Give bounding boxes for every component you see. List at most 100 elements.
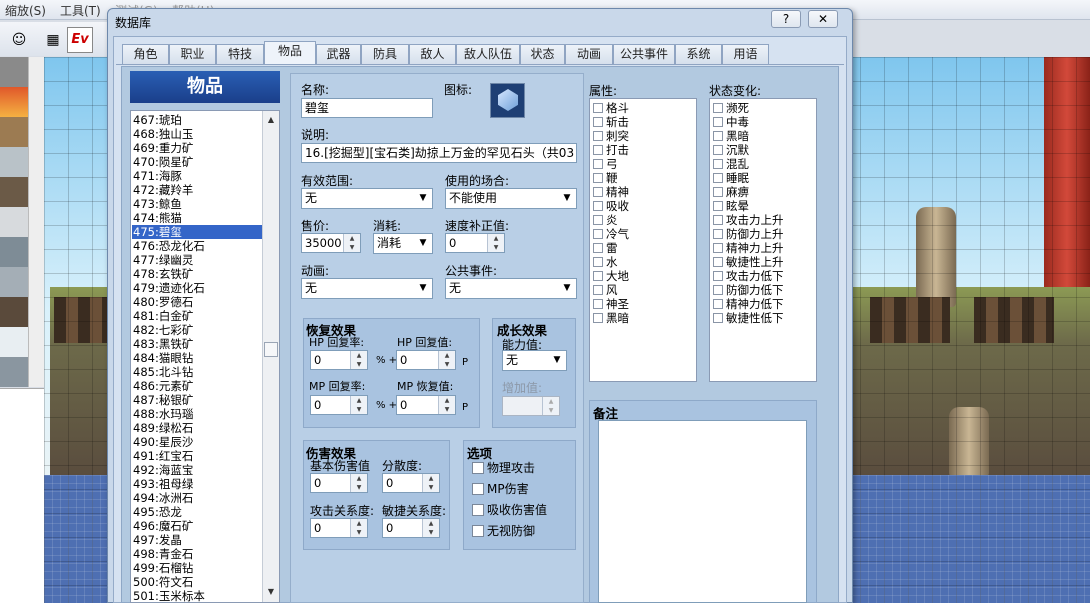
list-item[interactable]: 492:海蓝宝 [132, 463, 262, 477]
list-item[interactable]: 495:恐龙 [132, 505, 262, 519]
checkbox-icon[interactable] [713, 131, 723, 141]
checkbox-icon[interactable] [593, 173, 603, 183]
agi-relation-stepper[interactable]: 0 ▲ ▼ [382, 518, 440, 538]
spin-buttons[interactable]: ▲ ▼ [487, 234, 504, 252]
tab-terms[interactable]: 用语 [722, 44, 769, 64]
spin-up-icon[interactable]: ▲ [351, 519, 367, 528]
atk-relation-stepper[interactable]: 0 ▲ ▼ [310, 518, 368, 538]
tab-armors[interactable]: 防具 [361, 44, 409, 64]
attribute-checkbox[interactable]: 精神 [593, 185, 693, 199]
tab-skills[interactable]: 特技 [216, 44, 264, 64]
checkbox-icon[interactable] [472, 483, 484, 495]
list-item[interactable]: 497:发晶 [132, 533, 262, 547]
close-button[interactable]: ✕ [808, 10, 838, 28]
checkbox-icon[interactable] [713, 257, 723, 267]
price-stepper[interactable]: 35000 ▲ ▼ [301, 233, 361, 253]
checkbox-icon[interactable] [713, 187, 723, 197]
state-checkbox[interactable]: 中毒 [713, 115, 813, 129]
list-item[interactable]: 472:藏羚羊 [132, 183, 262, 197]
tab-classes[interactable]: 职业 [169, 44, 216, 64]
list-item[interactable]: 496:魔石矿 [132, 519, 262, 533]
spin-down-icon[interactable]: ▼ [439, 405, 455, 414]
checkbox-icon[interactable] [593, 229, 603, 239]
list-item[interactable]: 483:黑铁矿 [132, 337, 262, 351]
state-checkbox[interactable]: 混乱 [713, 157, 813, 171]
list-item[interactable]: 474:熊猫 [132, 211, 262, 225]
attribute-checkbox[interactable]: 水 [593, 255, 693, 269]
checkbox-icon[interactable] [713, 229, 723, 239]
tile[interactable] [0, 87, 28, 117]
list-item-selected[interactable]: 475:碧玺 [132, 225, 262, 239]
spin-buttons[interactable]: ▲ ▼ [422, 519, 439, 537]
tile[interactable] [0, 57, 28, 87]
tab-items[interactable]: 物品 [264, 41, 316, 65]
spin-up-icon[interactable]: ▲ [423, 519, 439, 528]
character-icon[interactable]: ☺ [6, 27, 32, 53]
spin-up-icon[interactable]: ▲ [351, 474, 367, 483]
menu-zoom[interactable]: 缩放(S) [5, 2, 46, 19]
checkbox-icon[interactable] [593, 271, 603, 281]
checkbox-icon[interactable] [593, 117, 603, 127]
list-item[interactable]: 470:陨星矿 [132, 155, 262, 169]
checkbox-icon[interactable] [713, 145, 723, 155]
checkbox-icon[interactable] [593, 299, 603, 309]
tab-states[interactable]: 状态 [520, 44, 565, 64]
state-checkbox[interactable]: 黑暗 [713, 129, 813, 143]
checkbox-icon[interactable] [593, 313, 603, 323]
spin-buttons[interactable]: ▲ ▼ [343, 234, 360, 252]
list-item[interactable]: 499:石榴钻 [132, 561, 262, 575]
base-damage-stepper[interactable]: 0 ▲ ▼ [310, 473, 368, 493]
list-item[interactable]: 491:红宝石 [132, 449, 262, 463]
speed-stepper[interactable]: 0 ▲ ▼ [445, 233, 505, 253]
event-mode-button[interactable]: Ev [67, 27, 93, 53]
attribute-checkbox[interactable]: 打击 [593, 143, 693, 157]
spin-up-icon[interactable]: ▲ [423, 474, 439, 483]
checkbox-icon[interactable] [593, 145, 603, 155]
add-value-stepper[interactable]: ▲ ▼ [502, 396, 560, 416]
tile[interactable] [0, 147, 28, 177]
list-item[interactable]: 486:元素矿 [132, 379, 262, 393]
consume-select[interactable]: 消耗 ▼ [373, 233, 433, 254]
attribute-checkbox[interactable]: 神圣 [593, 297, 693, 311]
list-item[interactable]: 481:白金矿 [132, 309, 262, 323]
note-textarea[interactable] [598, 420, 807, 603]
hp-value-stepper[interactable]: 0 ▲ ▼ [396, 350, 456, 370]
list-item[interactable]: 469:重力矿 [132, 141, 262, 155]
spin-down-icon[interactable]: ▼ [351, 483, 367, 492]
list-item[interactable]: 480:罗德石 [132, 295, 262, 309]
mp-value-stepper[interactable]: 0 ▲ ▼ [396, 395, 456, 415]
option-absorb-damage[interactable]: 吸收伤害值 [472, 503, 547, 517]
states-checklist[interactable]: 濒死 中毒 黑暗 沉默 混乱 睡眠 麻痹 眩晕 攻击力上升 防御力上升 精神力上升 敏捷性上升 攻击力低… [709, 98, 817, 382]
tab-animations[interactable]: 动画 [565, 44, 613, 64]
spin-buttons[interactable]: ▲ ▼ [542, 397, 559, 415]
spin-up-icon[interactable]: ▲ [351, 351, 367, 360]
spin-buttons[interactable]: ▲ ▼ [350, 396, 367, 414]
spin-down-icon[interactable]: ▼ [351, 360, 367, 369]
list-item[interactable]: 494:冰洲石 [132, 491, 262, 505]
state-checkbox[interactable]: 睡眠 [713, 171, 813, 185]
tab-troops[interactable]: 敌人队伍 [456, 44, 520, 64]
checkbox-icon[interactable] [713, 103, 723, 113]
option-physical-attack[interactable]: 物理攻击 [472, 461, 535, 475]
spin-buttons[interactable]: ▲ ▼ [422, 474, 439, 492]
list-item[interactable]: 490:星辰沙 [132, 435, 262, 449]
spin-down-icon[interactable]: ▼ [423, 483, 439, 492]
item-list-scrollbar[interactable]: ▲ ▼ [262, 111, 279, 602]
state-checkbox[interactable]: 精神力上升 [713, 241, 813, 255]
spin-down-icon[interactable]: ▼ [351, 528, 367, 537]
attribute-checkbox[interactable]: 刺突 [593, 129, 693, 143]
state-checkbox[interactable]: 眩晕 [713, 199, 813, 213]
spin-down-icon[interactable]: ▼ [344, 243, 360, 252]
occasion-select[interactable]: 不能使用 ▼ [445, 188, 577, 209]
list-item[interactable]: 471:海豚 [132, 169, 262, 183]
state-checkbox[interactable]: 麻痹 [713, 185, 813, 199]
tile[interactable] [0, 267, 28, 297]
map-tree-panel[interactable] [0, 388, 44, 603]
checkbox-icon[interactable] [713, 215, 723, 225]
tab-system[interactable]: 系统 [675, 44, 722, 64]
state-checkbox[interactable]: 攻击力低下 [713, 269, 813, 283]
tileset-scrollbar[interactable] [28, 57, 44, 387]
item-icon-picker[interactable] [490, 83, 525, 118]
option-mp-damage[interactable]: MP伤害 [472, 482, 529, 496]
attribute-checkbox[interactable]: 吸收 [593, 199, 693, 213]
